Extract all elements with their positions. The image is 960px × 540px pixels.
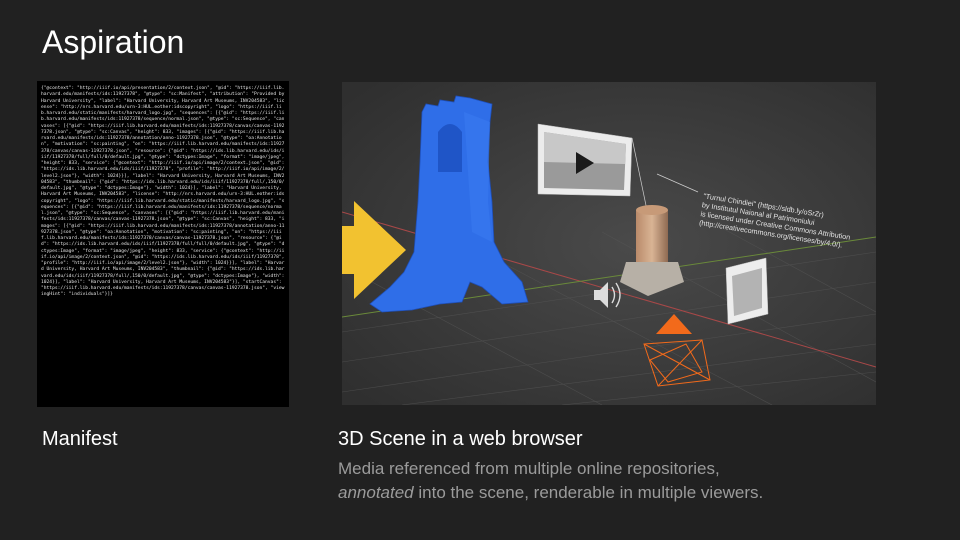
tower-window <box>438 124 462 172</box>
manifest-code-text: {"@context": "http://iiif.io/api/present… <box>41 86 288 298</box>
brick-tower-top <box>636 205 668 215</box>
scene-label: 3D Scene in a web browser <box>338 428 583 450</box>
3d-scene-viewport[interactable]: "Turnul Chindiei" (https://sldb.ly/oSrZr… <box>342 82 876 405</box>
manifest-code-block: {"@context": "http://iiif.io/api/present… <box>37 81 289 407</box>
description-line-2: into the scene, renderable in multiple v… <box>413 483 764 502</box>
brick-tower-model <box>636 210 668 262</box>
scene-description: Media referenced from multiple online re… <box>338 457 898 505</box>
description-emphasis: annotated <box>338 483 414 502</box>
image-panel-right-photo <box>732 268 762 316</box>
manifest-label: Manifest <box>42 428 118 450</box>
slide-title: Aspiration <box>42 24 185 60</box>
description-line-1: Media referenced from multiple online re… <box>338 459 720 478</box>
